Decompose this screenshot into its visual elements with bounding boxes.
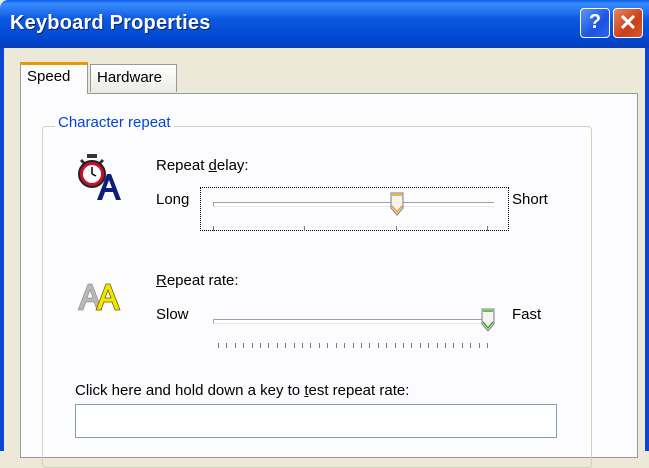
character-repeat-group-label: Character repeat: [55, 114, 174, 131]
slider-tick: [352, 343, 354, 348]
slider-tick: [344, 343, 346, 348]
repeat-delay-label: Repeat delay:: [156, 157, 249, 174]
test-repeat-rate-label: Click here and hold down a key to test r…: [75, 382, 410, 399]
window-frame-right: [645, 48, 649, 451]
slider-tick: [386, 343, 388, 348]
slider-tick: [470, 343, 472, 348]
slider-tick: [276, 343, 278, 348]
slider-tick: [310, 343, 312, 348]
slider-tick: [487, 343, 488, 348]
slider-tick: [411, 343, 413, 348]
slider-tick: [251, 343, 253, 348]
slider-tick: [394, 343, 396, 348]
slider-tick: [360, 343, 362, 348]
slider-tick: [369, 343, 371, 348]
tab-speed-label: Speed: [27, 68, 71, 85]
slider-tick: [487, 226, 488, 231]
slider-tick: [327, 343, 329, 348]
slider-tick: [260, 343, 262, 348]
slider-tick: [444, 343, 446, 348]
repeat-delay-ticks: [213, 226, 488, 234]
slider-tick: [302, 343, 304, 348]
slider-tick: [243, 343, 245, 348]
window-frame-left: [0, 48, 4, 451]
repeat-delay-focus-rect: [200, 187, 509, 231]
repeat-rate-label: Repeat rate:: [156, 272, 239, 289]
slider-tick: [377, 343, 379, 348]
slider-tick: [428, 343, 430, 348]
test-repeat-rate-input[interactable]: [75, 404, 557, 438]
window-title: Keyboard Properties: [10, 12, 211, 34]
repeat-rate-thumb[interactable]: [481, 308, 495, 332]
slider-tick: [213, 226, 214, 231]
repeat-rate-min-label: Slow: [156, 306, 189, 323]
repeat-rate-ticks: [218, 343, 488, 351]
slider-tick: [395, 226, 397, 231]
repeat-delay-thumb[interactable]: [390, 192, 404, 216]
close-icon: ✕: [618, 10, 638, 35]
slider-tick: [419, 343, 421, 348]
slider-tick: [318, 343, 320, 348]
slider-tick: [285, 343, 287, 348]
help-button[interactable]: ?: [580, 8, 610, 38]
repeat-delay-track[interactable]: [213, 202, 494, 207]
close-button[interactable]: ✕: [613, 8, 643, 38]
slider-tick: [218, 343, 219, 348]
slider-tick: [293, 343, 295, 348]
tab-speed[interactable]: Speed: [20, 62, 88, 94]
slider-tick: [234, 343, 236, 348]
title-bar[interactable]: Keyboard Properties ? ✕: [0, 0, 649, 48]
slider-tick: [402, 343, 404, 348]
stopwatch-icon: [75, 152, 127, 206]
repeat-delay-max-label: Short: [512, 191, 548, 208]
slider-tick: [478, 343, 480, 348]
slider-tick: [268, 343, 270, 348]
slider-tick: [226, 343, 228, 348]
slider-tick: [453, 343, 455, 348]
slider-tick: [461, 343, 463, 348]
slider-tick: [436, 343, 438, 348]
tab-hardware[interactable]: Hardware: [90, 64, 177, 92]
repeat-rate-max-label: Fast: [512, 306, 542, 323]
tab-hardware-label: Hardware: [97, 69, 163, 86]
repeat-rate-track[interactable]: [213, 319, 494, 324]
repeat-rate-icon: [76, 280, 128, 316]
help-icon: ?: [588, 11, 602, 33]
repeat-delay-min-label: Long: [156, 191, 190, 208]
slider-tick: [335, 343, 337, 348]
slider-tick: [304, 226, 306, 231]
